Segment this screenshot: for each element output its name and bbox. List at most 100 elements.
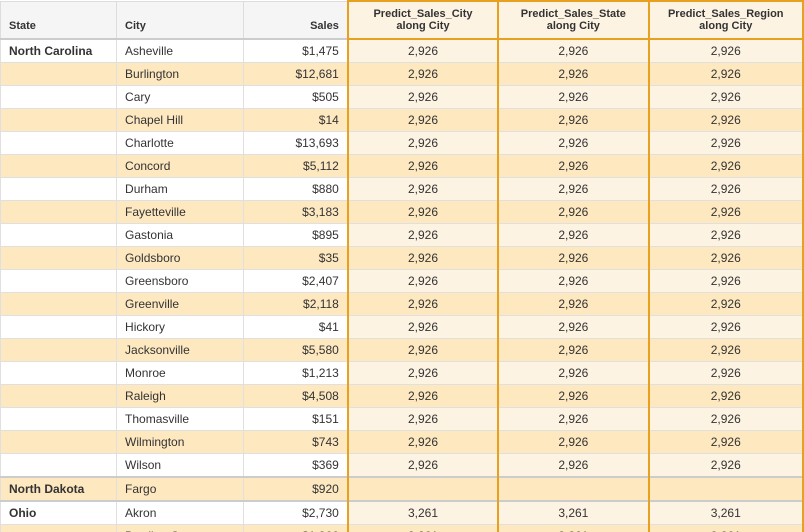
table-row: Charlotte$13,6932,9262,9262,926 [1, 132, 804, 155]
cell-predict-1: 2,926 [348, 178, 498, 201]
cell-predict-2: 2,926 [498, 431, 648, 454]
header-predict-state: Predict_Sales_Statealong City [498, 1, 648, 39]
table-row: North DakotaFargo$920 [1, 477, 804, 501]
cell-predict-2: 2,926 [498, 63, 648, 86]
cell-predict-1 [348, 477, 498, 501]
header-predict-region: Predict_Sales_Regionalong City [649, 1, 803, 39]
table-row: Wilson$3692,9262,9262,926 [1, 454, 804, 478]
cell-sales: $151 [244, 408, 348, 431]
cell-predict-3: 2,926 [649, 178, 803, 201]
cell-state [1, 247, 117, 270]
cell-state [1, 339, 117, 362]
header-state: State [1, 1, 117, 39]
cell-state [1, 316, 117, 339]
cell-city: Monroe [117, 362, 244, 385]
cell-sales: $369 [244, 454, 348, 478]
cell-city: Gastonia [117, 224, 244, 247]
table-row: Greenville$2,1182,9262,9262,926 [1, 293, 804, 316]
table-row: OhioAkron$2,7303,2613,2613,261 [1, 501, 804, 525]
cell-predict-3: 2,926 [649, 431, 803, 454]
cell-predict-3: 2,926 [649, 39, 803, 63]
table-row: Fayetteville$3,1832,9262,9262,926 [1, 201, 804, 224]
cell-state: North Carolina [1, 39, 117, 63]
cell-city: Jacksonville [117, 339, 244, 362]
cell-predict-3: 2,926 [649, 339, 803, 362]
cell-predict-3 [649, 477, 803, 501]
cell-predict-2: 2,926 [498, 109, 648, 132]
cell-state [1, 224, 117, 247]
cell-predict-1: 2,926 [348, 431, 498, 454]
cell-predict-1: 2,926 [348, 155, 498, 178]
cell-predict-1: 3,261 [348, 525, 498, 532]
table-row: Monroe$1,2132,9262,9262,926 [1, 362, 804, 385]
cell-state [1, 86, 117, 109]
cell-sales: $895 [244, 224, 348, 247]
cell-state [1, 178, 117, 201]
cell-state: North Dakota [1, 477, 117, 501]
cell-state: Ohio [1, 501, 117, 525]
cell-predict-2: 2,926 [498, 201, 648, 224]
cell-city: Goldsboro [117, 247, 244, 270]
cell-state [1, 362, 117, 385]
cell-predict-2: 2,926 [498, 132, 648, 155]
cell-city: Asheville [117, 39, 244, 63]
cell-sales: $4,508 [244, 385, 348, 408]
cell-city: Cary [117, 86, 244, 109]
cell-predict-1: 2,926 [348, 132, 498, 155]
cell-predict-3: 3,261 [649, 501, 803, 525]
cell-predict-3: 2,926 [649, 201, 803, 224]
cell-predict-3: 2,926 [649, 109, 803, 132]
table-row: Bowling Green$1,8663,2613,2613,261 [1, 525, 804, 532]
cell-sales: $1,866 [244, 525, 348, 532]
cell-state [1, 293, 117, 316]
cell-predict-2: 2,926 [498, 293, 648, 316]
table-row: Goldsboro$352,9262,9262,926 [1, 247, 804, 270]
cell-predict-2: 2,926 [498, 270, 648, 293]
cell-state [1, 385, 117, 408]
cell-city: Chapel Hill [117, 109, 244, 132]
cell-sales: $743 [244, 431, 348, 454]
cell-predict-3: 2,926 [649, 155, 803, 178]
cell-predict-3: 2,926 [649, 408, 803, 431]
cell-sales: $2,730 [244, 501, 348, 525]
cell-predict-2: 2,926 [498, 339, 648, 362]
cell-predict-1: 2,926 [348, 270, 498, 293]
cell-predict-1: 2,926 [348, 39, 498, 63]
cell-sales: $12,681 [244, 63, 348, 86]
cell-sales: $5,580 [244, 339, 348, 362]
cell-predict-1: 2,926 [348, 385, 498, 408]
cell-sales: $1,213 [244, 362, 348, 385]
cell-predict-2: 3,261 [498, 525, 648, 532]
cell-state [1, 63, 117, 86]
table-row: Greensboro$2,4072,9262,9262,926 [1, 270, 804, 293]
cell-city: Thomasville [117, 408, 244, 431]
cell-city: Concord [117, 155, 244, 178]
cell-predict-1: 2,926 [348, 339, 498, 362]
cell-predict-1: 2,926 [348, 316, 498, 339]
cell-predict-3: 2,926 [649, 385, 803, 408]
table-row: Thomasville$1512,9262,9262,926 [1, 408, 804, 431]
cell-sales: $880 [244, 178, 348, 201]
cell-city: Akron [117, 501, 244, 525]
cell-predict-2: 2,926 [498, 454, 648, 478]
cell-city: Greenville [117, 293, 244, 316]
cell-city: Durham [117, 178, 244, 201]
cell-city: Fayetteville [117, 201, 244, 224]
cell-predict-2: 2,926 [498, 362, 648, 385]
cell-sales: $1,475 [244, 39, 348, 63]
cell-predict-3: 2,926 [649, 454, 803, 478]
cell-sales: $14 [244, 109, 348, 132]
header-sales: Sales [244, 1, 348, 39]
cell-predict-1: 2,926 [348, 293, 498, 316]
cell-predict-2: 2,926 [498, 408, 648, 431]
cell-predict-1: 2,926 [348, 201, 498, 224]
cell-state [1, 155, 117, 178]
cell-sales: $920 [244, 477, 348, 501]
cell-sales: $13,693 [244, 132, 348, 155]
cell-predict-2: 2,926 [498, 247, 648, 270]
cell-state [1, 109, 117, 132]
cell-state [1, 270, 117, 293]
cell-predict-2: 2,926 [498, 155, 648, 178]
cell-predict-3: 2,926 [649, 293, 803, 316]
cell-predict-3: 2,926 [649, 86, 803, 109]
